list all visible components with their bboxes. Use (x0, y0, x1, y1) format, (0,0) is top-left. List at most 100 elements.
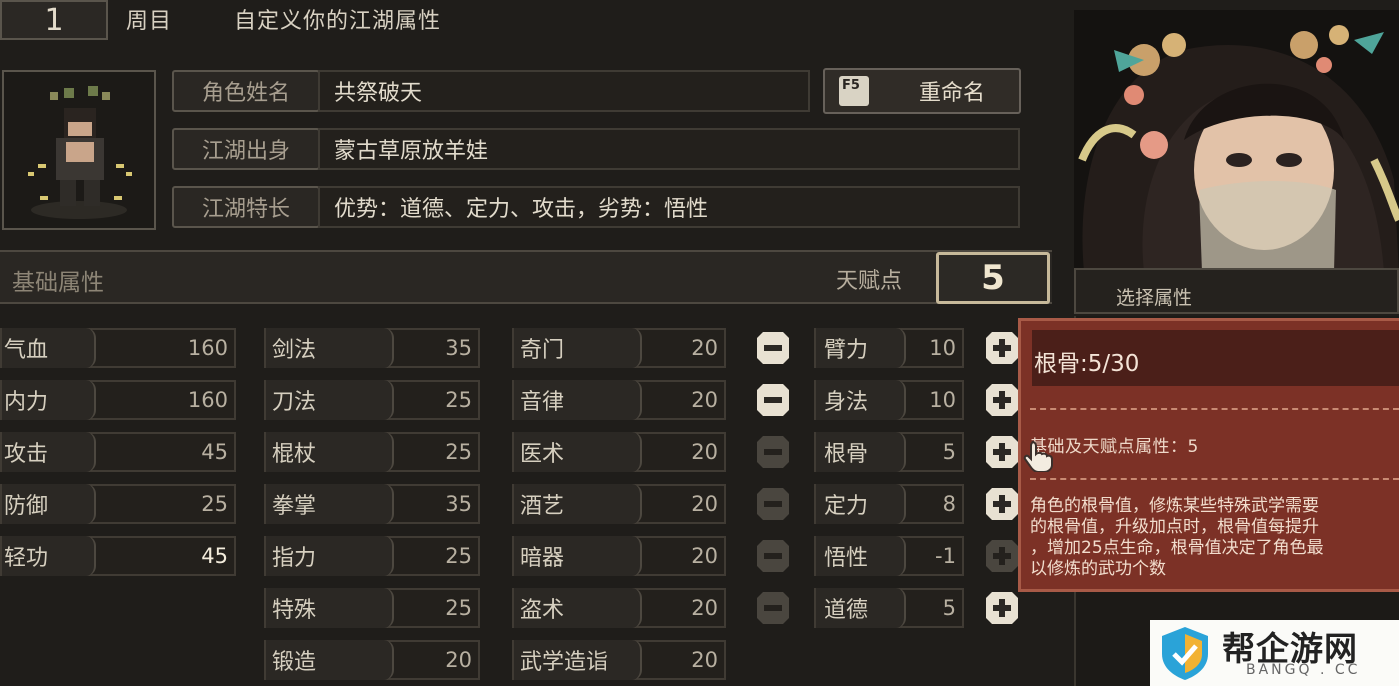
stat-value: 35 (445, 336, 472, 360)
stat-value: 20 (691, 648, 718, 672)
stat-jiuyi: 酒艺 20 (512, 484, 726, 524)
stat-value: 25 (445, 544, 472, 568)
rename-label: 重命名 (919, 81, 986, 106)
increase-gengu-button[interactable] (984, 434, 1020, 470)
stat-name: 特殊 (266, 588, 394, 628)
increase-daode-button[interactable] (984, 590, 1020, 626)
stat-daode: 道德 5 (814, 588, 964, 628)
increase-bili-button[interactable] (984, 330, 1020, 366)
stat-zhili: 指力 25 (264, 536, 480, 576)
minus-icon (757, 332, 789, 364)
stat-name: 刀法 (266, 380, 394, 420)
stat-dingli: 定力 8 (814, 484, 964, 524)
tooltip-desc-line: 的根骨值，升级加点时，根骨值每提升 (1030, 517, 1319, 537)
stat-value: 5 (942, 440, 956, 464)
stat-value: 20 (691, 388, 718, 412)
specialty-value: 优势：道德、定力、攻击，劣势：悟性 (318, 186, 1020, 228)
plus-icon (986, 540, 1018, 572)
stat-name: 悟性 (816, 536, 906, 576)
stat-name: 拳掌 (266, 484, 394, 524)
stat-name: 锻造 (266, 640, 394, 680)
increase-wuxing-button[interactable] (984, 538, 1020, 574)
stat-value: 20 (691, 544, 718, 568)
tooltip-divider (1030, 478, 1399, 480)
stat-value: 45 (201, 544, 228, 568)
stat-name: 防御 (2, 484, 96, 524)
stat-name: 轻功 (2, 536, 96, 576)
stat-yinlv: 音律 20 (512, 380, 726, 420)
talent-points-label: 天赋点 (836, 269, 903, 294)
f5-key-icon: F5 (839, 76, 869, 106)
decrease-wuxing-button[interactable] (755, 538, 791, 574)
stat-daofa: 刀法 25 (264, 380, 480, 420)
stat-gunzhang: 棍杖 25 (264, 432, 480, 472)
stat-neili: 内力 160 (0, 380, 236, 420)
stat-wuxue: 武学造诣 20 (512, 640, 726, 680)
stat-name: 指力 (266, 536, 394, 576)
stat-name: 定力 (816, 484, 906, 524)
stat-value: 10 (929, 336, 956, 360)
stat-gengu: 根骨 5 (814, 432, 964, 472)
stat-name: 道德 (816, 588, 906, 628)
stat-shenfa: 身法 10 (814, 380, 964, 420)
stat-name: 攻击 (2, 432, 96, 472)
stat-name: 武学造诣 (514, 640, 642, 680)
stat-value: 20 (691, 440, 718, 464)
plus-icon (986, 332, 1018, 364)
minus-icon (757, 384, 789, 416)
stat-teshu: 特殊 25 (264, 588, 480, 628)
origin-label: 江湖出身 (172, 128, 320, 170)
stat-value: 45 (201, 440, 228, 464)
decrease-bili-button[interactable] (755, 330, 791, 366)
stat-name: 暗器 (514, 536, 642, 576)
increase-shenfa-button[interactable] (984, 382, 1020, 418)
tooltip-description: 角色的根骨值，修炼某些特殊武学需要 的根骨值，升级加点时，根骨值每提升 ，增加2… (1030, 496, 1399, 580)
stat-value: 10 (929, 388, 956, 412)
decrease-daode-button[interactable] (755, 590, 791, 626)
stat-value: 35 (445, 492, 472, 516)
stat-name: 奇门 (514, 328, 642, 368)
stat-value: 8 (942, 492, 956, 516)
stat-name: 棍杖 (266, 432, 394, 472)
stat-duanzao: 锻造 20 (264, 640, 480, 680)
minus-icon (757, 540, 789, 572)
stat-quanzhang: 拳掌 35 (264, 484, 480, 524)
decrease-gengu-button[interactable] (755, 434, 791, 470)
stat-jianfa: 剑法 35 (264, 328, 480, 368)
tooltip-divider (1030, 408, 1399, 410)
stat-name: 剑法 (266, 328, 394, 368)
specialty-label: 江湖特长 (172, 186, 320, 228)
decrease-shenfa-button[interactable] (755, 382, 791, 418)
minus-icon (757, 592, 789, 624)
page-title: 自定义你的江湖属性 (234, 9, 442, 34)
stat-value: 25 (445, 596, 472, 620)
shield-logo-icon (1162, 627, 1208, 680)
stat-name: 音律 (514, 380, 642, 420)
tooltip-title: 根骨:5/30 (1034, 351, 1140, 377)
stat-name: 身法 (816, 380, 906, 420)
decrease-dingli-button[interactable] (755, 486, 791, 522)
name-field[interactable]: 共祭破天 (318, 70, 810, 112)
stat-value: 20 (691, 596, 718, 620)
stat-bili: 臂力 10 (814, 328, 964, 368)
hand-cursor-icon (1022, 438, 1056, 476)
stat-qinggong: 轻功 45 (0, 536, 236, 576)
increase-dingli-button[interactable] (984, 486, 1020, 522)
stat-name: 盗术 (514, 588, 642, 628)
stat-value: 20 (445, 648, 472, 672)
stat-name: 臂力 (816, 328, 906, 368)
character-portrait (1074, 10, 1399, 272)
plus-icon (986, 436, 1018, 468)
plus-icon (986, 488, 1018, 520)
stat-name: 医术 (514, 432, 642, 472)
watermark-subtext: BANGQ . CC (1246, 662, 1361, 678)
plus-icon (986, 384, 1018, 416)
rename-button[interactable]: F5 重命名 (823, 68, 1021, 114)
stat-value: 25 (201, 492, 228, 516)
pixel-character-icon (28, 86, 132, 219)
talent-points-value: 5 (936, 252, 1050, 304)
plus-icon (986, 592, 1018, 624)
cycle-label: 周目 (126, 9, 173, 34)
tooltip-desc-line: 以修炼的武功个数 (1030, 559, 1166, 579)
stat-value: 25 (445, 388, 472, 412)
